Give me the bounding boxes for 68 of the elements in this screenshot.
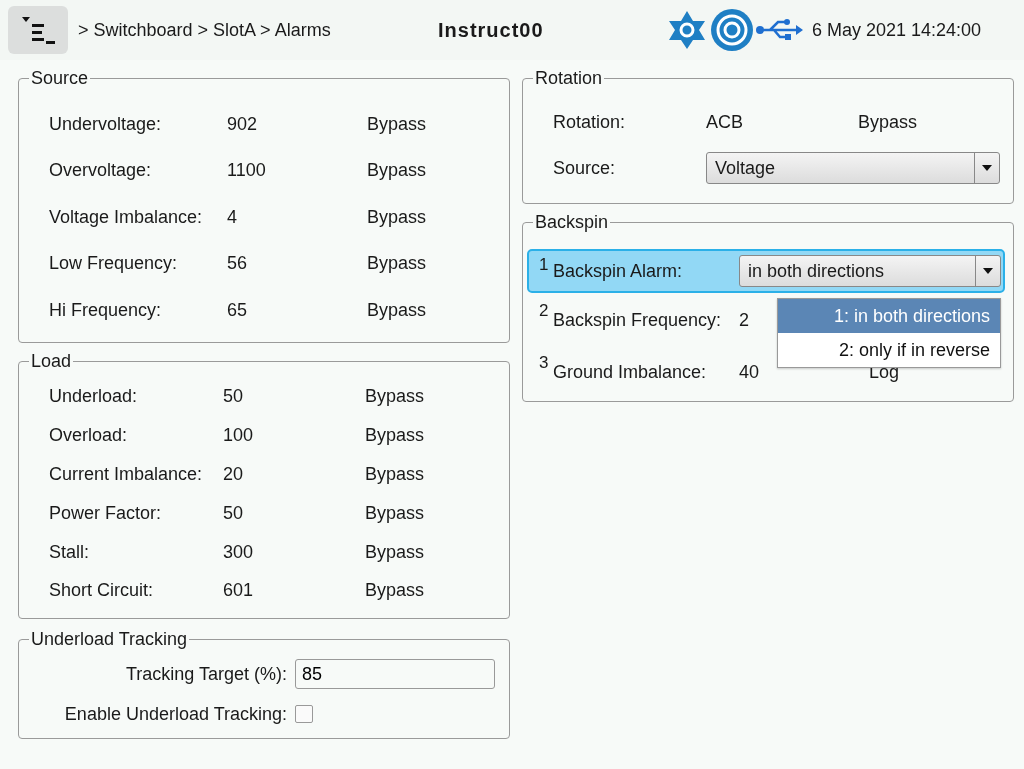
field-value: 65 <box>227 299 249 321</box>
field-label: Stall: <box>49 541 91 563</box>
action-label: Bypass <box>858 111 919 133</box>
field-label: Backspin Frequency: <box>553 309 723 331</box>
field-label: Overload: <box>49 425 129 447</box>
panel-title: Load <box>30 350 73 372</box>
tracking-target-field[interactable]: 85 <box>295 659 495 690</box>
caret-icon <box>983 268 993 274</box>
action-label: Bypass <box>367 253 428 275</box>
field-label: Low Frequency: <box>49 253 179 275</box>
panel-title: Source <box>30 68 90 89</box>
target-icon[interactable] <box>710 8 754 52</box>
field-label: Rotation: <box>553 111 627 133</box>
usb-icon <box>756 18 804 42</box>
field-value: 56 <box>227 253 249 275</box>
panel-title: Backspin <box>534 212 610 233</box>
field-value: ACB <box>706 111 744 133</box>
caret-icon <box>982 165 992 171</box>
action-label: Bypass <box>367 206 428 228</box>
action-label: Bypass <box>365 464 426 485</box>
field-value: 4 <box>227 206 238 228</box>
field-label: Hi Frequency: <box>49 299 163 321</box>
panel-title: Underload Tracking <box>30 629 189 651</box>
breadcrumb: > Switchboard > SlotA > Alarms <box>78 19 332 41</box>
page-title: Instruct00 <box>438 18 545 42</box>
action-label: Bypass <box>365 541 426 563</box>
field-value: 40 <box>739 361 761 383</box>
row-number: 2 <box>539 301 550 321</box>
action-label: Bypass <box>365 425 426 447</box>
field-value: 20 <box>223 464 245 485</box>
field-label: Voltage Imbalance: <box>49 206 204 228</box>
field-label: Overvoltage: <box>49 160 153 182</box>
setting-row[interactable]: 1 Backspin Alarm: in both directions <box>527 249 1005 293</box>
field-label: Source: <box>553 157 617 179</box>
action-label: Bypass <box>367 299 428 321</box>
backspin-alarm-dropdown[interactable]: in both directions <box>739 255 1001 287</box>
action-label: Bypass <box>367 160 428 182</box>
panel-title: Rotation <box>534 68 604 89</box>
field-value: 1100 <box>227 160 267 182</box>
checkbox[interactable] <box>295 705 313 724</box>
field-value: 50 <box>223 386 245 408</box>
field-value: 601 <box>223 580 255 602</box>
field-label: Underload: <box>49 386 139 408</box>
field-value: 300 <box>223 541 255 563</box>
action-label: Bypass <box>365 580 426 602</box>
settings-icon[interactable] <box>666 9 708 51</box>
action-label: Bypass <box>365 386 426 408</box>
menu-button[interactable] <box>8 6 68 54</box>
field-value: 902 <box>227 113 259 135</box>
field-value: 50 <box>223 502 245 524</box>
row-number: 3 <box>539 353 550 373</box>
action-label: Bypass <box>367 113 428 135</box>
field-value: 100 <box>223 425 255 447</box>
field-label: Short Circuit: <box>49 580 155 602</box>
field-label: Tracking Target (%): <box>124 663 287 685</box>
source-dropdown[interactable]: Voltage <box>706 152 1000 184</box>
field-label: Backspin Alarm: <box>553 260 684 282</box>
field-label: Power Factor: <box>49 502 163 524</box>
field-label: Undervoltage: <box>49 113 163 135</box>
field-label: Ground Imbalance: <box>553 361 708 383</box>
action-label: Bypass <box>365 502 426 524</box>
dropdown-option[interactable]: 1: in both directions <box>778 299 1000 333</box>
dropdown-option[interactable]: 2: only if in reverse <box>778 333 1000 367</box>
field-label: Current Imbalance: <box>49 464 204 485</box>
row-number: 1 <box>539 255 550 275</box>
date-time: 6 May 2021 14:24:00 <box>812 19 982 41</box>
field-value: 2 <box>739 309 750 331</box>
field-label: Enable Underload Tracking: <box>63 703 287 725</box>
